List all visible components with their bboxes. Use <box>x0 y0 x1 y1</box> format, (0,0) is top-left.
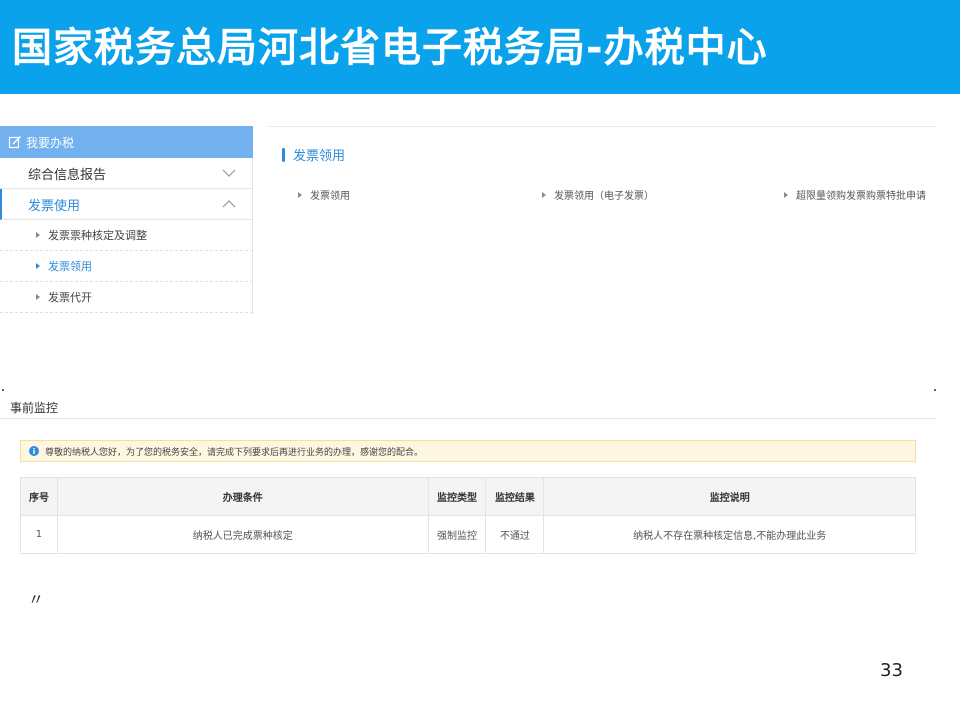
sidebar-header[interactable]: 我要办税 <box>0 126 253 158</box>
table-row: 1 纳税人已完成票种核定 强制监控 不通过 纳税人不存在票种核定信息,不能办理此… <box>20 515 916 554</box>
triangle-right-icon <box>36 263 40 269</box>
link-over-limit-application[interactable]: 超限量领购发票购票特批申请 <box>784 187 926 202</box>
link-label: 发票领用（电子发票） <box>554 191 654 202</box>
title-banner: 国家税务总局河北省电子税务局-办税中心 <box>0 0 960 94</box>
sidebar-item-info-report[interactable]: 综合信息报告 <box>0 158 253 189</box>
column-header: 监控结果 <box>485 477 545 516</box>
notice-banner: 尊敬的纳税人您好，为了您的税务安全，请完成下列要求后再进行业务的办理，感谢您的配… <box>20 440 916 462</box>
chevron-down-icon <box>222 169 236 177</box>
triangle-right-icon <box>36 294 40 300</box>
link-e-invoice-collection[interactable]: 发票领用（电子发票） <box>542 187 654 202</box>
column-header: 办理条件 <box>56 477 429 516</box>
corner-dot <box>934 389 936 391</box>
triangle-right-icon <box>36 232 40 238</box>
link-label: 超限量领购发票购票特批申请 <box>796 191 926 202</box>
notice-text: 尊敬的纳税人您好，为了您的税务安全，请完成下列要求后再进行业务的办理，感谢您的配… <box>45 447 424 458</box>
sidebar-subitem-label: 发票代开 <box>48 291 92 304</box>
sidebar: 我要办税 综合信息报告 发票使用 发票票种核定及调整 发票领用 发票代开 <box>0 126 253 314</box>
triangle-right-icon <box>784 191 788 198</box>
monitor-description: 纳税人不存在票种核定信息,不能办理此业务 <box>543 515 916 554</box>
section-title: 发票领用 <box>282 145 345 164</box>
column-header: 监控说明 <box>543 477 916 516</box>
table-header-row: 序号 办理条件 监控类型 监控结果 监控说明 <box>20 477 916 516</box>
column-header: 监控类型 <box>427 477 487 516</box>
sidebar-subitem-label: 发票票种核定及调整 <box>48 229 147 242</box>
edit-icon <box>8 136 21 149</box>
triangle-right-icon <box>298 191 302 198</box>
sidebar-item-label: 综合信息报告 <box>28 167 107 183</box>
sidebar-subitem-invoice-issuing[interactable]: 发票代开 <box>0 282 253 313</box>
sidebar-subitem-invoice-collection[interactable]: 发票领用 <box>0 251 253 282</box>
section-marker <box>282 147 285 162</box>
corner-dot <box>2 389 4 391</box>
monitor-title: 事前监控 <box>10 401 59 415</box>
monitor-type-link[interactable]: 强制监控 <box>427 515 487 554</box>
page-number: 33 <box>880 660 903 681</box>
sidebar-item-label: 发票使用 <box>28 198 81 214</box>
monitor-table: 序号 办理条件 监控类型 监控结果 监控说明 1 纳税人已完成票种核定 强制监控… <box>20 477 916 554</box>
link-invoice-collection[interactable]: 发票领用 <box>298 187 350 202</box>
slide-title: 国家税务总局河北省电子税务局-办税中心 <box>12 25 768 71</box>
sidebar-header-label: 我要办税 <box>26 135 75 150</box>
row-condition: 纳税人已完成票种核定 <box>56 515 429 554</box>
column-header: 序号 <box>20 477 58 516</box>
info-icon <box>29 446 39 456</box>
tax-office-screenshot: 我要办税 综合信息报告 发票使用 发票票种核定及调整 发票领用 发票代开 发票领… <box>0 126 936 316</box>
sidebar-item-invoice-use[interactable]: 发票使用 <box>0 189 253 220</box>
monitor-result: 不通过 <box>485 515 545 554</box>
main-content: 发票领用 发票领用 发票领用（电子发票） 超限量领购发票购票特批申请 <box>268 126 936 314</box>
section-title-text: 发票领用 <box>293 149 346 164</box>
chevron-up-icon <box>222 200 236 208</box>
sidebar-subitem-label: 发票领用 <box>48 260 92 273</box>
row-index: 1 <box>20 515 58 554</box>
divider <box>0 418 936 419</box>
triangle-right-icon <box>542 191 546 198</box>
link-label: 发票领用 <box>310 191 350 202</box>
sidebar-subitem-invoice-type-approval[interactable]: 发票票种核定及调整 <box>0 220 253 251</box>
quote-mark: 〃 <box>28 590 45 609</box>
